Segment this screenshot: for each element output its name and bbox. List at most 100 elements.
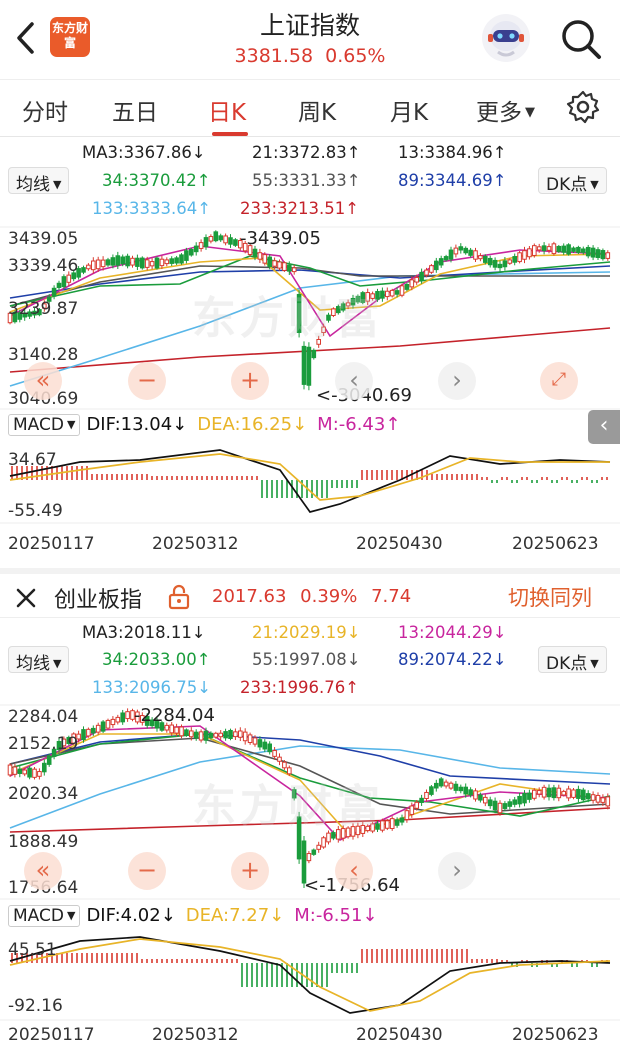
candlestick	[507, 801, 513, 807]
ma55-value: 55:3331.33↑	[252, 171, 361, 190]
candlestick	[458, 246, 464, 251]
candlestick	[453, 247, 459, 255]
candlestick	[213, 732, 219, 738]
dropdown-arrow-icon: ▼	[590, 178, 599, 191]
candlestick	[561, 245, 567, 253]
candlestick	[605, 252, 611, 259]
scroll-left-button[interactable]: «	[24, 852, 62, 890]
candlestick	[546, 787, 552, 798]
watermark: 东方财富	[192, 293, 384, 344]
candlestick	[527, 248, 532, 258]
tab-more[interactable]: 更多 ▼	[476, 93, 535, 127]
candlestick	[95, 724, 101, 733]
candlestick	[409, 279, 415, 288]
y-axis-label: 3339.46	[8, 256, 79, 276]
fullscreen-button[interactable]: ⤢	[540, 362, 578, 400]
ma-selector-label: 均线	[16, 175, 50, 195]
indicator-selector[interactable]: MACD ▼	[8, 905, 81, 927]
step-left-button[interactable]: ‹	[335, 852, 373, 890]
ma-selector[interactable]: 均线 ▼	[8, 646, 70, 674]
dropdown-arrow-icon: ▼	[525, 105, 535, 120]
candlestick	[541, 245, 547, 252]
candlestick	[262, 254, 268, 264]
scroll-left-button[interactable]: «	[24, 362, 62, 400]
high-price-marker: -2284.04	[134, 705, 215, 726]
close-icon[interactable]	[14, 586, 38, 610]
candlestick	[149, 261, 155, 267]
candlestick	[414, 276, 419, 283]
candlestick	[179, 726, 184, 737]
macd-line	[9, 449, 611, 513]
dk-point-button[interactable]: DK点 ▼	[538, 646, 607, 674]
candlestick	[193, 731, 199, 739]
candlestick	[399, 817, 405, 823]
date-label: 20250430	[356, 1025, 443, 1045]
candlestick	[174, 257, 179, 264]
tab-five-day[interactable]: 五日	[112, 93, 158, 127]
zoom-in-button[interactable]: +	[231, 852, 269, 890]
y-axis-label: 3239.87	[8, 299, 79, 319]
zoom-out-button[interactable]: −	[128, 852, 166, 890]
search-icon[interactable]	[558, 16, 604, 62]
candlestick	[512, 256, 518, 263]
tab-intraday[interactable]: 分时	[22, 93, 68, 127]
date-label: 20250623	[512, 1025, 599, 1045]
candlestick	[189, 730, 194, 738]
indicator-selector[interactable]: MACD ▼	[8, 414, 81, 436]
step-right-button[interactable]: ›	[438, 362, 476, 400]
ma-selector-label: 均线	[16, 654, 50, 674]
candlestick	[189, 249, 194, 256]
robot-avatar-icon[interactable]	[480, 12, 532, 64]
zoom-in-button[interactable]: +	[231, 362, 269, 400]
candlestick	[468, 789, 473, 796]
step-right-button[interactable]: ›	[438, 852, 476, 890]
candlestick	[483, 255, 488, 263]
candlestick	[473, 250, 478, 260]
candlestick	[91, 260, 96, 271]
candlestick	[184, 729, 189, 736]
candlestick	[169, 724, 174, 734]
dropdown-arrow-icon: ▼	[590, 657, 599, 670]
candlestick	[590, 794, 596, 801]
candlestick	[492, 259, 498, 268]
ma55-value: 55:1997.08↓	[252, 650, 361, 669]
candlestick	[512, 799, 518, 805]
candlestick	[81, 267, 86, 273]
candlestick	[561, 790, 567, 796]
candlestick	[228, 237, 233, 245]
candlestick	[532, 245, 537, 256]
plus-icon: +	[239, 366, 261, 394]
candlestick	[37, 771, 42, 777]
ma89-value: 89:3344.69↑	[398, 171, 507, 190]
macd-y-top: 34.67	[8, 450, 57, 470]
y-axis-label: 2152.19	[8, 734, 79, 754]
period-tabs: 分时 五日 日K 周K 月K 更多 ▼	[0, 79, 620, 137]
candlestick	[120, 712, 126, 723]
candlestick	[208, 236, 214, 242]
candlestick	[502, 260, 508, 268]
candlestick	[517, 252, 522, 263]
candlestick	[443, 781, 449, 787]
gear-icon[interactable]	[566, 90, 600, 124]
compare-price: 2017.63	[212, 586, 287, 607]
collapse-side-tab[interactable]: ‹	[588, 410, 620, 444]
step-left-button[interactable]: ‹	[335, 362, 373, 400]
ma133-value: 133:3333.64↑	[92, 199, 212, 218]
candlestick	[130, 257, 135, 266]
candlestick	[115, 716, 121, 723]
candlestick	[252, 737, 258, 745]
candlestick	[404, 283, 410, 290]
tab-weekly-k[interactable]: 周K	[298, 93, 336, 127]
switch-column-button[interactable]: 切换同列	[508, 582, 592, 612]
zoom-out-button[interactable]: −	[128, 362, 166, 400]
macd-legend: MACD ▼ DIF:13.04↓ DEA:16.25↓ M:-6.43↑	[8, 414, 400, 436]
lock-icon[interactable]	[168, 584, 190, 610]
candlestick	[110, 718, 116, 726]
dk-point-button[interactable]: DK点 ▼	[538, 167, 607, 195]
candlestick	[463, 786, 468, 795]
date-label: 20250312	[152, 1025, 239, 1045]
tab-daily-k[interactable]: 日K	[208, 93, 246, 127]
ma-selector[interactable]: 均线 ▼	[8, 167, 70, 195]
tab-monthly-k[interactable]: 月K	[390, 93, 428, 127]
macd-line	[9, 936, 611, 1014]
